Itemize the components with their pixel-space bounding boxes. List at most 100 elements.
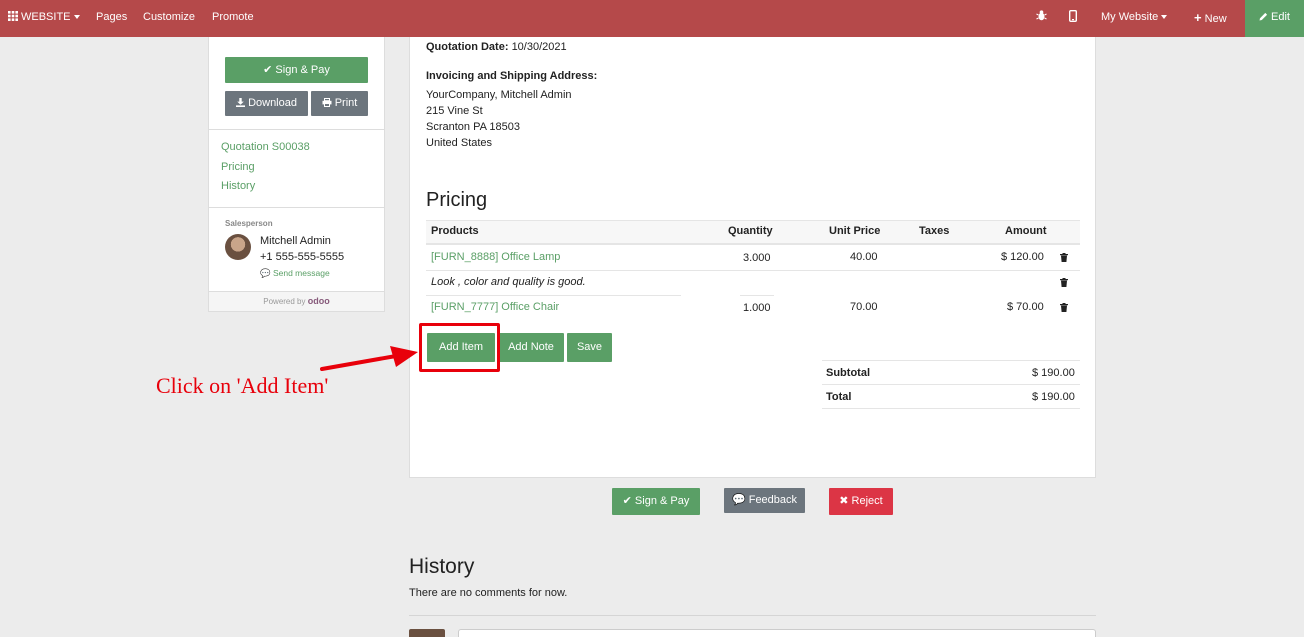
comment-input[interactable] — [458, 629, 1096, 637]
sidebar-link-quotation[interactable]: Quotation S00038 — [221, 141, 310, 153]
column-header-products: Products — [431, 225, 479, 237]
avatar — [225, 234, 251, 260]
column-header-quantity: Quantity — [728, 225, 773, 237]
edit-label: Edit — [1271, 11, 1290, 23]
unit-price-value: 70.00 — [850, 301, 878, 313]
total-label: Total — [826, 391, 852, 403]
divider — [426, 295, 681, 296]
quotation-date-value: 10/30/2021 — [511, 41, 567, 53]
edit-button[interactable]: Edit — [1245, 0, 1304, 37]
subtotal-value: $ 190.00 — [1032, 367, 1075, 379]
check-icon: ✔ — [622, 495, 632, 507]
save-button[interactable]: Save — [567, 333, 612, 362]
amount-value: $ 120.00 — [1001, 251, 1044, 263]
sidebar-sign-pay-button[interactable]: ✔ Sign & Pay — [225, 57, 368, 83]
avatar — [409, 629, 445, 637]
send-message-label: Send message — [272, 268, 330, 278]
amount-value: $ 70.00 — [1007, 301, 1044, 313]
annotation-text: Click on 'Add Item' — [156, 373, 329, 398]
address-label: Invoicing and Shipping Address: — [426, 70, 598, 82]
apps-grid-icon — [8, 11, 18, 21]
download-icon — [236, 98, 245, 107]
new-button[interactable]: + New — [1194, 0, 1227, 37]
check-icon: ✔ — [263, 64, 273, 76]
address-line: Scranton PA 18503 — [426, 121, 520, 133]
reject-label: Reject — [851, 495, 883, 507]
sidebar-link-pricing[interactable]: Pricing — [221, 161, 255, 173]
quotation-date: Quotation Date: 10/30/2021 — [426, 41, 567, 53]
pricing-title: Pricing — [426, 189, 488, 211]
quotation-card: Quotation Date: 10/30/2021 Invoicing and… — [409, 37, 1096, 478]
powered-by-footer: Powered by odoo — [209, 291, 384, 311]
arrow-icon — [320, 346, 418, 371]
promote-menu[interactable]: Promote — [212, 0, 254, 37]
plus-icon: + — [1194, 10, 1202, 25]
salesperson-phone: +1 555-555-5555 — [260, 251, 345, 263]
subtotal-label: Subtotal — [826, 367, 870, 379]
website-topbar: WEBSITE Pages Customize Promote My Websi… — [0, 0, 1304, 37]
reject-button[interactable]: ✖ Reject — [829, 488, 893, 515]
mobile-preview-button[interactable] — [1068, 0, 1077, 37]
quantity-value[interactable]: 1.000 — [743, 302, 771, 314]
quantity-value[interactable]: 3.000 — [743, 252, 771, 264]
column-header-taxes: Taxes — [919, 225, 950, 237]
website-menu[interactable]: WEBSITE — [8, 0, 80, 37]
column-header-unit-price: Unit Price — [829, 225, 881, 237]
feedback-label: Feedback — [748, 494, 798, 506]
unit-price-value: 40.00 — [850, 251, 878, 263]
divider — [740, 295, 774, 296]
divider — [822, 408, 1080, 409]
debug-button[interactable] — [1036, 0, 1047, 37]
download-label: Download — [248, 97, 297, 109]
divider — [209, 129, 384, 130]
product-link[interactable]: [FURN_8888] Office Lamp — [431, 251, 560, 263]
customize-menu[interactable]: Customize — [143, 0, 195, 37]
trash-icon[interactable] — [1060, 278, 1068, 287]
new-label: New — [1204, 13, 1227, 25]
salesperson-label: Salesperson — [225, 219, 273, 228]
add-note-button[interactable]: Add Note — [498, 333, 564, 362]
sign-pay-button[interactable]: ✔ Sign & Pay — [612, 488, 700, 515]
comment-icon: 💬 — [260, 268, 271, 278]
mobile-icon — [1068, 9, 1077, 23]
print-icon — [322, 98, 332, 107]
trash-icon[interactable] — [1060, 303, 1068, 312]
bug-icon — [1036, 10, 1047, 21]
divider — [409, 615, 1096, 616]
my-website-menu[interactable]: My Website — [1101, 0, 1168, 37]
pencil-icon — [1259, 12, 1268, 21]
address-line: 215 Vine St — [426, 105, 483, 117]
total-value: $ 190.00 — [1032, 391, 1075, 403]
print-label: Print — [334, 97, 358, 109]
close-icon: ✖ — [839, 495, 849, 507]
quotation-sidebar: ✔ Sign & Pay Download Print Quotation S0… — [208, 37, 385, 312]
column-header-amount: Amount — [1005, 225, 1047, 237]
print-button[interactable]: Print — [311, 91, 368, 116]
download-button[interactable]: Download — [225, 91, 308, 116]
pages-menu[interactable]: Pages — [96, 0, 127, 37]
sign-pay-label: Sign & Pay — [275, 64, 330, 76]
chevron-down-icon — [73, 15, 80, 20]
note-text[interactable]: Look , color and quality is good. — [431, 276, 586, 288]
product-link[interactable]: [FURN_7777] Office Chair — [431, 301, 559, 313]
sign-pay-label: Sign & Pay — [634, 495, 690, 507]
history-empty-text: There are no comments for now. — [409, 587, 568, 599]
highlight-box — [419, 323, 500, 372]
chevron-down-icon — [1161, 15, 1168, 20]
address-line: YourCompany, Mitchell Admin — [426, 89, 572, 101]
divider — [426, 270, 1080, 271]
website-menu-label: WEBSITE — [21, 11, 71, 23]
my-website-label: My Website — [1101, 11, 1159, 23]
history-title: History — [409, 555, 475, 578]
divider — [822, 384, 1080, 385]
address-line: United States — [426, 137, 493, 149]
divider — [209, 207, 384, 208]
trash-icon[interactable] — [1060, 253, 1068, 262]
odoo-logo[interactable]: odoo — [308, 296, 330, 306]
divider — [822, 360, 1080, 361]
powered-by-label: Powered by — [263, 297, 306, 306]
sidebar-link-history[interactable]: History — [221, 180, 255, 192]
feedback-button[interactable]: 💬 Feedback — [724, 488, 805, 513]
comment-icon: 💬 — [731, 494, 746, 506]
send-message-link[interactable]: 💬 Send message — [260, 268, 330, 279]
